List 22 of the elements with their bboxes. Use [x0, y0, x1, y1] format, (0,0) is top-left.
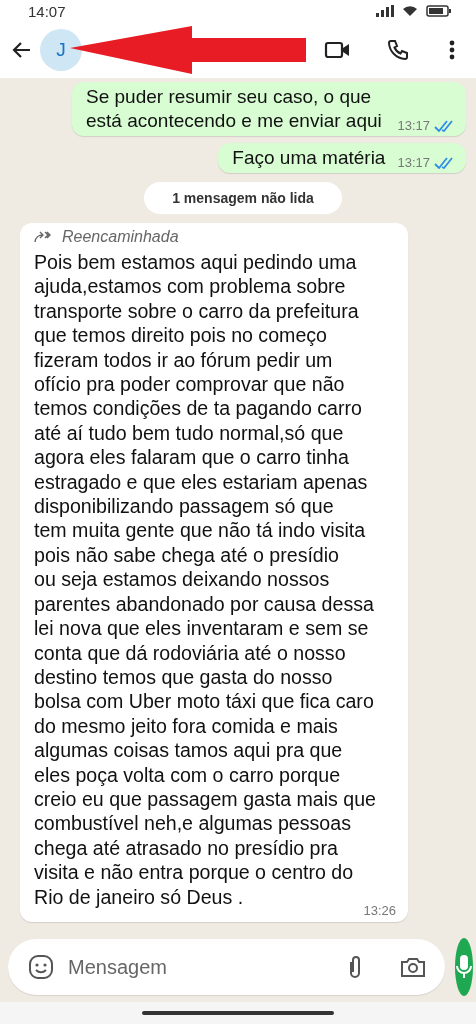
microphone-icon — [455, 954, 473, 980]
attach-icon[interactable] — [347, 954, 363, 980]
status-time: 14:07 — [28, 2, 66, 20]
message-time: 13:17 — [397, 155, 430, 170]
message-time: 13:26 — [363, 902, 396, 918]
forward-icon — [34, 231, 52, 243]
sticker-icon[interactable] — [28, 954, 54, 980]
contact-avatar[interactable]: J — [40, 29, 82, 71]
message-field[interactable]: Mensagem — [8, 939, 445, 995]
message-input[interactable]: Mensagem — [66, 954, 335, 980]
message-text: Faço uma matéria — [232, 146, 386, 170]
unread-divider: 1 mensagem não lida — [144, 182, 342, 214]
signal-icon — [376, 5, 394, 17]
voice-message-button[interactable] — [455, 938, 473, 996]
camera-icon[interactable] — [399, 955, 427, 979]
phone-icon[interactable] — [386, 38, 410, 62]
more-options-icon[interactable] — [448, 38, 456, 62]
forwarded-label: Reencaminhada — [62, 228, 179, 246]
message-text: Se puder resumir seu caso, o que está acontecendo e me enviar aqui — [86, 85, 383, 133]
battery-icon — [426, 5, 452, 17]
wifi-icon — [402, 5, 418, 17]
message-time: 13:17 — [397, 118, 430, 133]
